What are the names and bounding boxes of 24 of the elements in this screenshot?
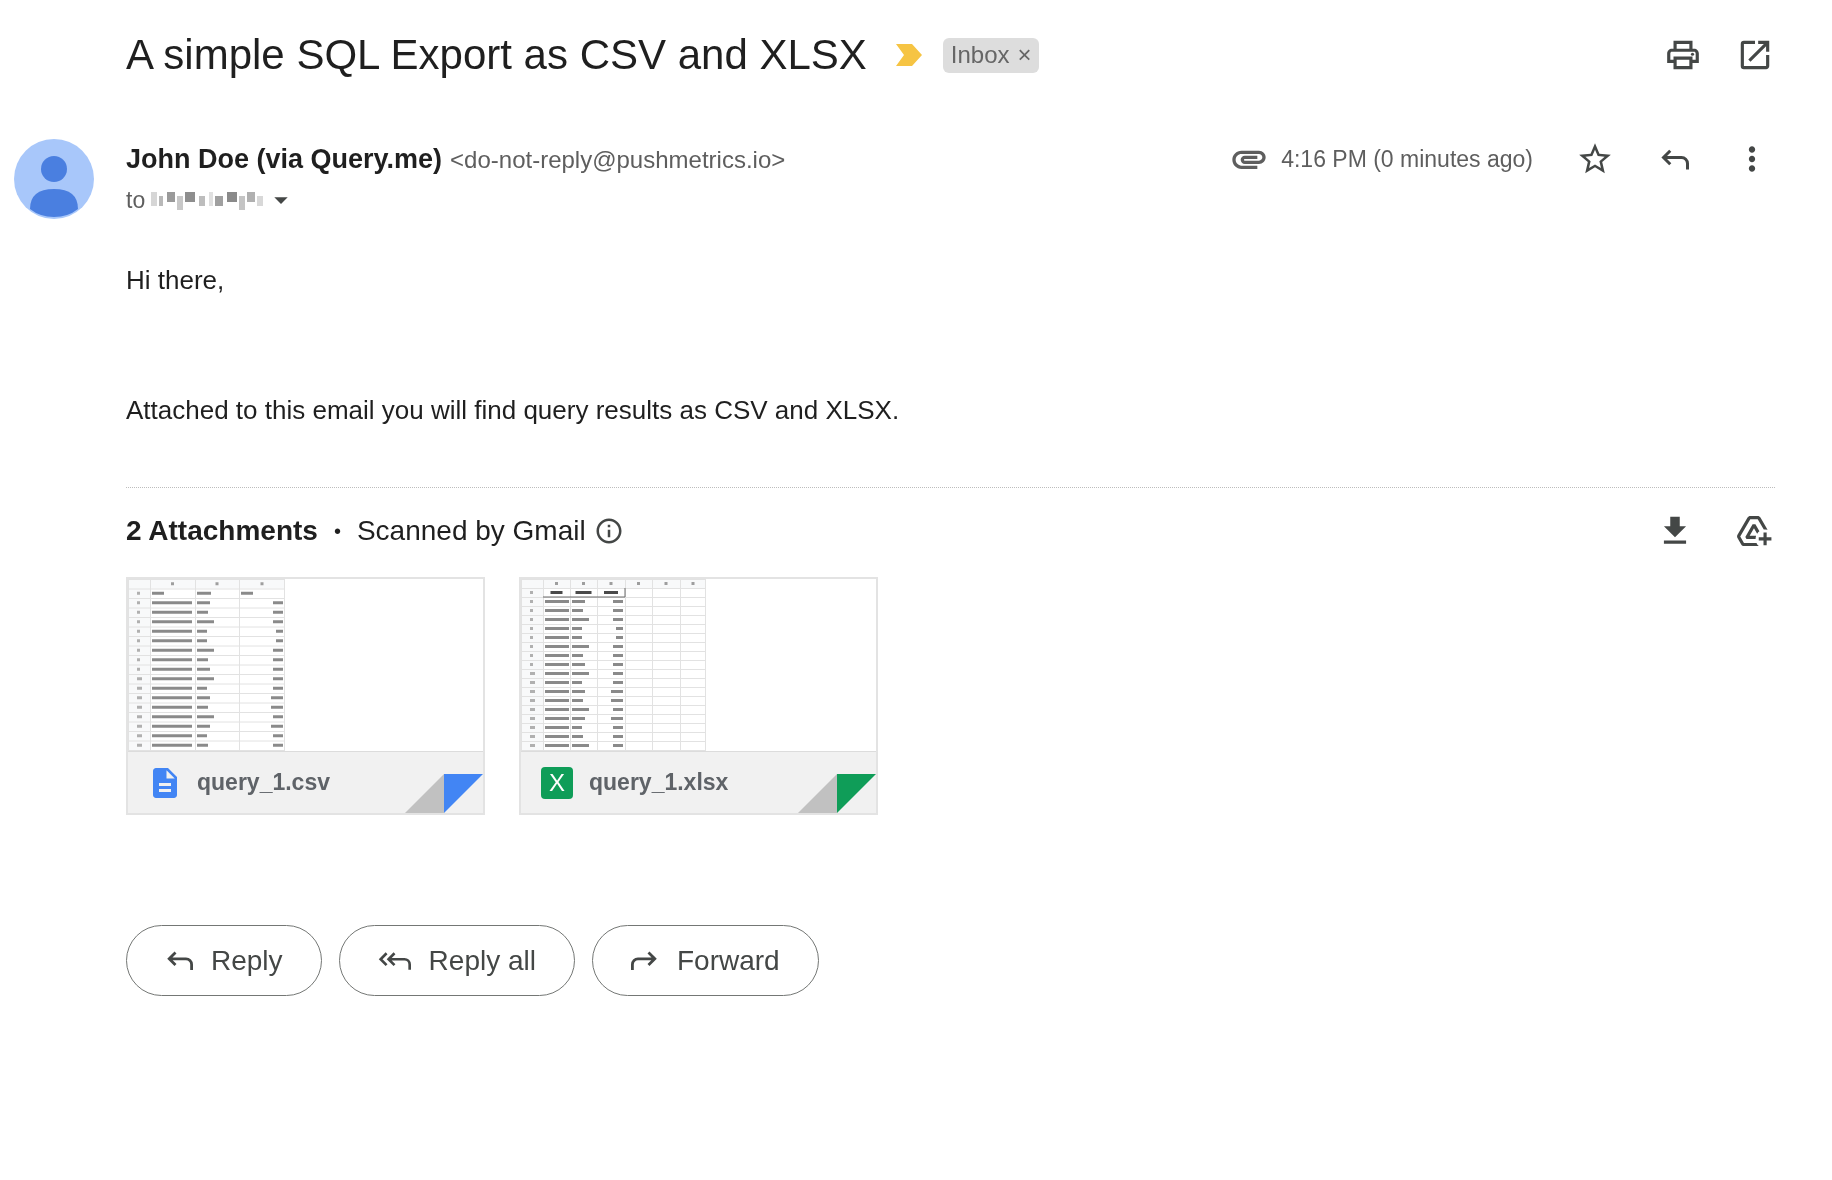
- timestamp: 4:16 PM (0 minutes ago): [1281, 144, 1533, 174]
- reply-all-icon: [377, 949, 411, 972]
- message-text: Hi there,: [126, 264, 226, 296]
- attachment-filename: query_1.csv: [197, 768, 330, 798]
- separator-dot: •: [333, 519, 341, 544]
- attachment-filename: query_1.xlsx: [589, 768, 729, 798]
- attachment-card[interactable]: X query_1.xlsx: [519, 577, 878, 815]
- label-text: Inbox: [950, 43, 1010, 67]
- attachment-card[interactable]: query_1.csv: [126, 577, 485, 815]
- importance-marker-icon[interactable]: [895, 44, 922, 66]
- scan-note: Scanned by Gmail: [356, 514, 586, 548]
- message-text: Attached to this email you will find query results as CSV and XLSX.: [126, 394, 901, 426]
- reply-icon: [165, 949, 193, 972]
- sender-name: John Doe (via Query.me): [126, 143, 443, 176]
- remove-label-button[interactable]: ×: [1017, 43, 1032, 67]
- forward-icon: [631, 949, 659, 972]
- spreadsheet-file-icon: X: [541, 766, 573, 799]
- email-subject: A simple SQL Export as CSV and XLSX: [126, 30, 867, 80]
- recipient-label: to: [126, 186, 146, 215]
- sender-email: <do-not-reply@pushmetrics.io>: [450, 145, 786, 175]
- reply-icon[interactable]: [1659, 147, 1689, 171]
- page-fold-icon: [405, 774, 444, 813]
- page-fold-icon: [798, 774, 837, 813]
- attachments-heading: 2 Attachments: [126, 514, 318, 548]
